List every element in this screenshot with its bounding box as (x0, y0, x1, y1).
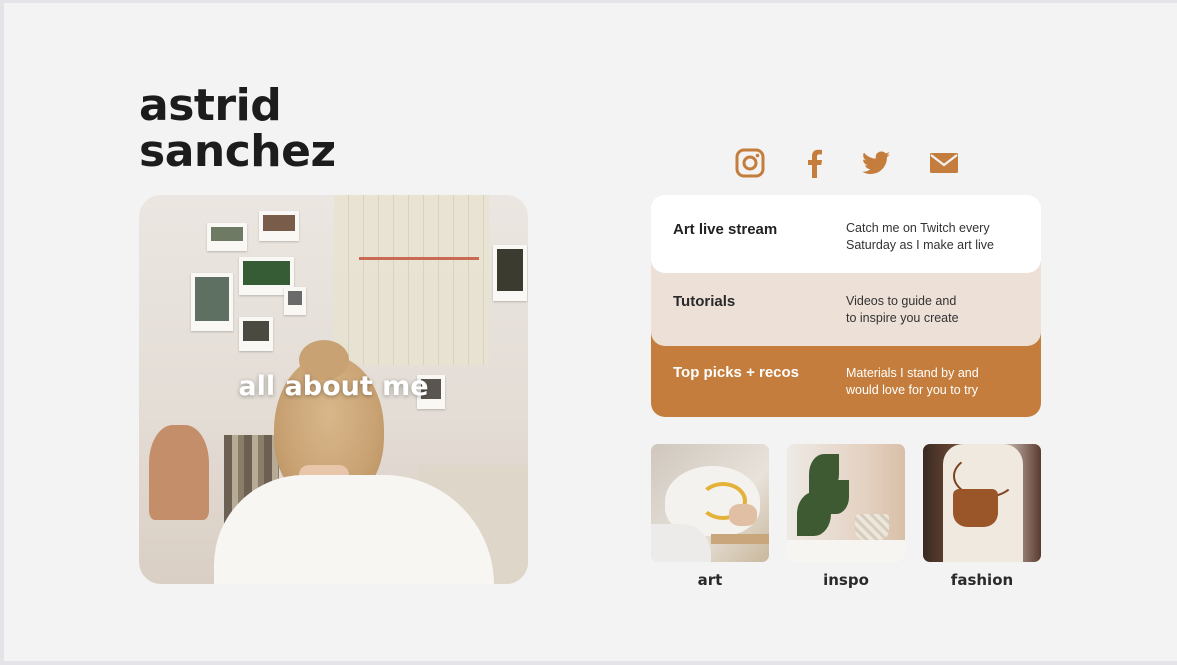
polaroid-photo (207, 223, 247, 251)
statue-decor (149, 425, 209, 520)
hand-decor (729, 504, 757, 526)
leaf-decor (823, 480, 849, 514)
table-decor (787, 540, 905, 562)
polaroid-photo (259, 211, 299, 241)
polaroid-photo (191, 273, 233, 331)
link-art-live-stream[interactable]: Art live stream Catch me on Twitch every… (651, 195, 1041, 273)
page: astrid sanchez all about me Art live str… (4, 3, 1177, 661)
wall-map-decor (334, 195, 489, 365)
about-me-card[interactable]: all about me (139, 195, 528, 584)
link-description-line: Videos to guide and (846, 294, 957, 308)
link-description: Catch me on Twitch every Saturday as I m… (846, 220, 1026, 254)
about-me-title: all about me (238, 371, 429, 402)
link-title: Tutorials (673, 293, 736, 310)
name-line-2: sanchez (139, 126, 336, 177)
link-description-line: Materials I stand by and (846, 366, 979, 380)
link-description-line: would love for you to try (846, 383, 979, 397)
fashion-image (923, 444, 1041, 562)
tile-label: fashion (950, 571, 1014, 589)
art-image (651, 444, 769, 562)
link-title: Art live stream (673, 221, 778, 238)
link-description-line: to inspire you create (846, 311, 959, 325)
inspo-image (787, 444, 905, 562)
bag-decor (953, 489, 998, 527)
tile-fashion[interactable]: fashion (923, 444, 1041, 589)
social-links (734, 147, 964, 183)
link-title: Top picks + recos (673, 364, 800, 381)
instagram-icon[interactable] (734, 147, 766, 179)
mail-icon[interactable] (928, 147, 960, 179)
link-description: Materials I stand by and would love for … (846, 365, 1026, 399)
link-description-line: Saturday as I make art live (846, 238, 994, 252)
name-line-1: astrid (139, 80, 282, 131)
profile-name: astrid sanchez (139, 83, 336, 175)
table-decor (711, 534, 769, 544)
tile-label: art (697, 571, 723, 589)
polaroid-photo (284, 287, 306, 315)
twitter-icon[interactable] (860, 147, 892, 179)
tile-label: inspo (823, 571, 869, 589)
cup-decor (855, 514, 889, 540)
facebook-icon[interactable] (799, 147, 831, 179)
map-line-decor (359, 257, 479, 260)
link-description-line: Catch me on Twitch every (846, 221, 990, 235)
polaroid-photo (493, 245, 527, 301)
tile-inspo[interactable]: inspo (787, 444, 905, 589)
polaroid-photo (239, 317, 273, 351)
link-description: Videos to guide and to inspire you creat… (846, 293, 1026, 327)
tile-art[interactable]: art (651, 444, 769, 589)
